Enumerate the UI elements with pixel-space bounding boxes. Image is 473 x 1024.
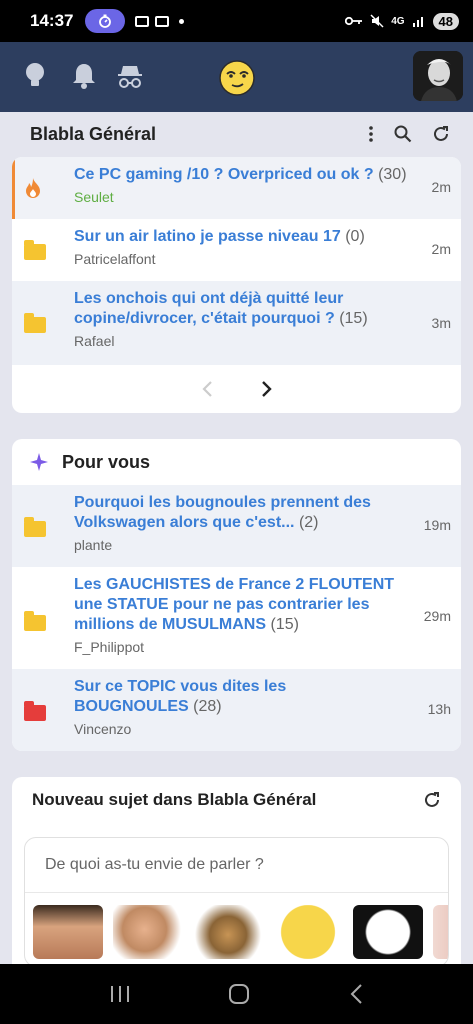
topic-author[interactable]: Patricelaffont <box>74 251 451 267</box>
signal-icon <box>412 17 423 27</box>
sparkle-icon <box>30 453 48 471</box>
new-topic-input[interactable] <box>25 838 448 892</box>
topic-time: 3m <box>431 315 451 331</box>
topic-time: 13h <box>427 701 451 717</box>
sticker[interactable] <box>273 905 343 959</box>
topic-row[interactable]: Sur ce TOPIC vous dites les BOUGNOULES (… <box>12 669 461 751</box>
folder-icon <box>24 240 46 260</box>
topic-time: 2m <box>431 179 451 195</box>
pagination <box>12 365 461 413</box>
topic-time: 29m <box>423 608 451 624</box>
for-you-header: Pour vous <box>12 439 461 485</box>
topic-title[interactable]: Sur un air latino je passe niveau 17 <box>74 228 341 245</box>
sticker[interactable] <box>353 905 423 959</box>
topic-author[interactable]: F_Philippot <box>74 639 401 655</box>
forum-topics-card: Ce PC gaming /10 ? Overpriced ou ok ? (3… <box>12 157 461 413</box>
chevron-left-icon[interactable] <box>201 380 213 398</box>
topic-title[interactable]: Pourquoi les bougnoules prennent des Vol… <box>74 494 371 531</box>
topic-row[interactable]: Sur un air latino je passe niveau 17 (0)… <box>12 219 461 281</box>
topic-reply-count: (15) <box>339 310 368 327</box>
topic-time: 19m <box>423 517 451 533</box>
sticker-picker <box>25 892 448 966</box>
chevron-right-icon[interactable] <box>261 380 273 398</box>
battery-level: 48 <box>432 12 459 30</box>
topic-row[interactable]: Les GAUCHISTES de France 2 FLOUTENT une … <box>12 567 461 669</box>
recent-apps-icon[interactable] <box>109 984 131 1004</box>
notification-icon <box>155 15 170 27</box>
back-icon[interactable] <box>348 983 364 1005</box>
sticker[interactable] <box>113 905 183 959</box>
topic-title[interactable]: Sur ce TOPIC vous dites les BOUGNOULES <box>74 678 286 715</box>
forum-title: Blabla Général <box>30 123 157 144</box>
topic-author[interactable]: Rafael <box>74 333 411 349</box>
app-header <box>0 42 473 112</box>
mute-icon <box>370 14 384 28</box>
topic-row[interactable]: Les onchois qui ont déjà quitté leur cop… <box>12 281 461 365</box>
refresh-icon[interactable] <box>423 791 441 809</box>
system-navigation-bar <box>0 964 473 1024</box>
folder-icon <box>24 611 46 631</box>
topic-author[interactable]: Vincenzo <box>74 721 401 737</box>
fire-icon <box>24 165 48 204</box>
topic-title[interactable]: Les GAUCHISTES de France 2 FLOUTENT une … <box>74 576 394 633</box>
folder-red-icon <box>24 701 46 721</box>
topic-title[interactable]: Ce PC gaming /10 ? Overpriced ou ok ? <box>74 166 374 183</box>
topic-reply-count: (28) <box>193 698 222 715</box>
lightbulb-icon[interactable] <box>24 62 46 90</box>
folder-icon <box>24 517 46 537</box>
status-bar: 14:37 4G 48 <box>0 0 473 42</box>
sticker[interactable] <box>193 905 263 959</box>
search-icon[interactable] <box>394 125 412 143</box>
notification-icon <box>135 15 150 27</box>
incognito-icon[interactable] <box>117 62 143 90</box>
home-icon[interactable] <box>228 983 250 1005</box>
forum-title-row: Blabla Général <box>30 122 450 146</box>
new-topic-card: Nouveau sujet dans Blabla Général <box>12 777 461 977</box>
topic-reply-count: (2) <box>298 514 319 531</box>
new-topic-header: Nouveau sujet dans Blabla Général <box>12 777 461 823</box>
more-notifications-icon <box>179 18 185 24</box>
for-you-title: Pour vous <box>62 451 151 472</box>
refresh-icon[interactable] <box>432 125 450 143</box>
folder-icon <box>24 313 46 333</box>
user-avatar[interactable] <box>413 51 463 101</box>
topic-author[interactable]: plante <box>74 537 405 553</box>
topic-reply-count: (30) <box>378 166 407 183</box>
timer-icon <box>85 9 126 33</box>
topic-author[interactable]: Seulet <box>74 189 451 205</box>
sticker[interactable] <box>33 905 103 959</box>
status-time: 14:37 <box>30 11 74 30</box>
key-icon <box>345 16 363 26</box>
more-vertical-icon[interactable] <box>368 126 374 142</box>
topic-row[interactable]: Pourquoi les bougnoules prennent des Vol… <box>12 485 461 567</box>
bell-icon[interactable] <box>72 62 96 90</box>
for-you-card: Pour vous Pourquoi les bougnoules prenne… <box>12 439 461 751</box>
topic-time: 2m <box>431 241 451 257</box>
topic-reply-count: (0) <box>345 228 365 245</box>
topic-reply-count: (15) <box>270 616 299 633</box>
new-topic-title: Nouveau sujet dans Blabla Général <box>32 790 317 809</box>
compose-box <box>24 837 449 967</box>
sticker[interactable] <box>433 905 448 959</box>
network-label: 4G <box>391 15 405 27</box>
logo-smiley-icon[interactable] <box>218 59 256 97</box>
topic-row[interactable]: Ce PC gaming /10 ? Overpriced ou ok ? (3… <box>12 157 461 219</box>
topic-title[interactable]: Les onchois qui ont déjà quitté leur cop… <box>74 290 343 327</box>
